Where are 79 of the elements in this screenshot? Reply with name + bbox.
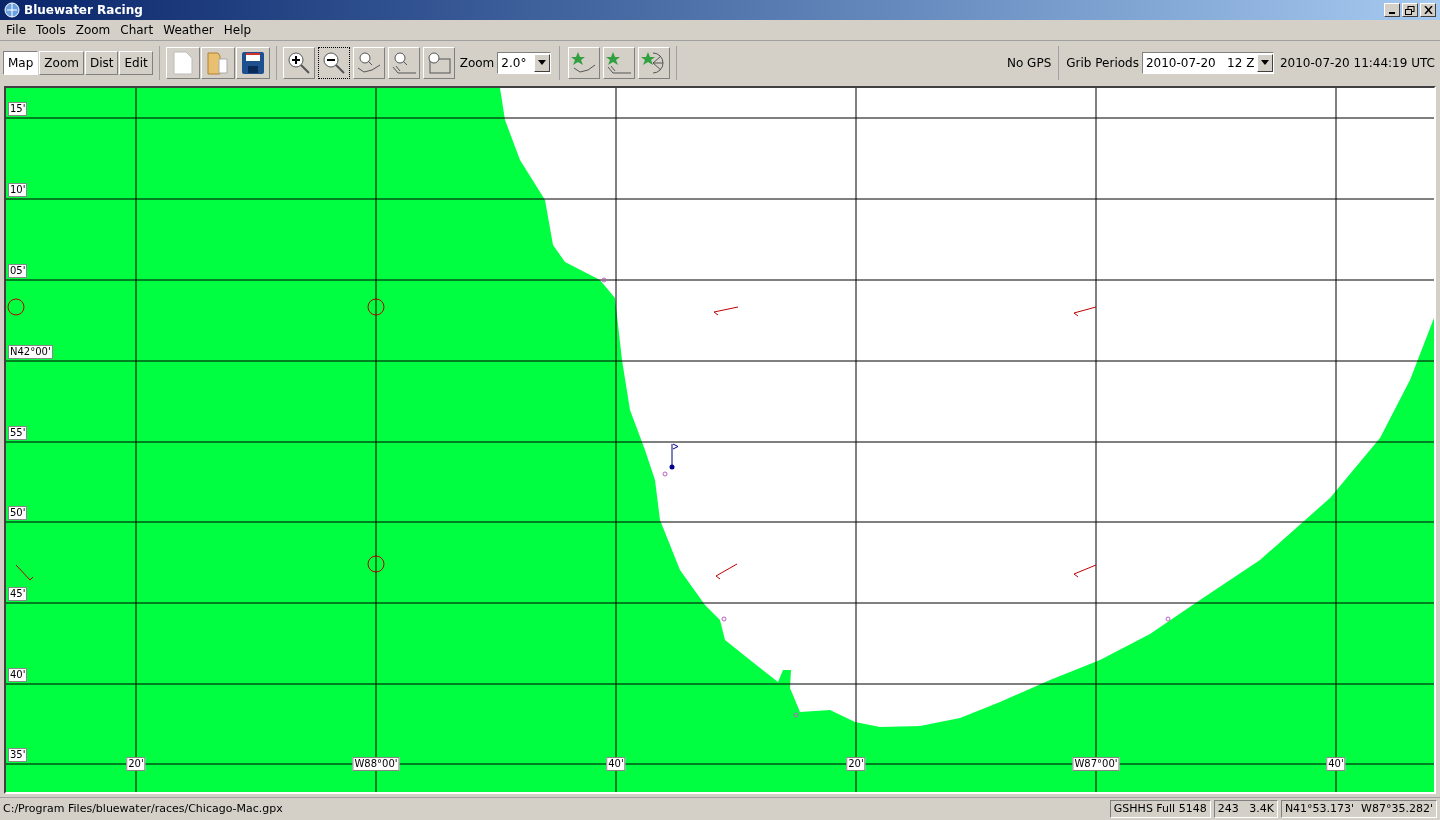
new-file-button[interactable] <box>165 46 200 79</box>
grib-period-dropdown[interactable]: 2010-07-20 12 Z <box>1141 51 1274 74</box>
window-title: Bluewater Racing <box>24 2 143 19</box>
latitude-label: 15' <box>8 102 28 116</box>
magnifier-lines-icon <box>390 50 417 75</box>
star-route-icon <box>571 50 598 75</box>
mark-point <box>1165 616 1171 622</box>
status-field: N41°53.173' W87°35.282' <box>1280 799 1437 819</box>
mode-tab[interactable]: Map <box>3 50 39 75</box>
globe-icon <box>4 2 20 18</box>
latitude-label: 40' <box>8 668 28 682</box>
gps-status: No GPS <box>1006 54 1052 72</box>
waypoint-circle <box>367 298 385 316</box>
menu-item[interactable]: Chart <box>116 21 158 39</box>
open-button[interactable] <box>200 46 235 79</box>
longitude-label: 20' <box>846 757 866 771</box>
star-lines-icon <box>606 50 633 75</box>
latitude-label: 10' <box>8 183 28 197</box>
longitude-label: W87°00' <box>1072 757 1120 771</box>
mark-point <box>601 277 607 283</box>
caret-icon <box>538 60 547 65</box>
zoom-out-button[interactable] <box>317 46 350 79</box>
menu-item[interactable]: Zoom <box>71 21 115 39</box>
mode-tab[interactable]: Dist <box>84 50 119 75</box>
zoom-in-button[interactable] <box>282 46 315 79</box>
minimize-button[interactable] <box>1384 3 1400 17</box>
restore-button[interactable] <box>1402 3 1418 17</box>
grib-periods-label: Grib Periods <box>1066 54 1139 72</box>
zoom-dropdown[interactable]: 2.0° <box>497 51 552 74</box>
folder-icon <box>206 49 229 76</box>
mark-point <box>662 471 668 477</box>
magnifier-route-icon <box>355 50 382 75</box>
boat-flag-icon <box>669 443 679 470</box>
zoom-out-icon <box>321 50 346 75</box>
waypoint-circle <box>7 298 25 316</box>
latitude-label: 05' <box>8 264 28 278</box>
waypoint-circle <box>367 555 385 573</box>
wind-barb <box>713 306 739 316</box>
zoom-box-button[interactable] <box>422 46 455 79</box>
latitude-label: N42°00' <box>8 345 53 359</box>
latitude-label: 55' <box>8 426 28 440</box>
status-field: 243 3.4K <box>1213 799 1278 819</box>
save-button[interactable] <box>235 46 270 79</box>
wind-barb <box>1073 306 1097 317</box>
close-button[interactable] <box>1420 3 1436 17</box>
zoom-in-icon <box>286 50 311 75</box>
menu-item[interactable]: Help <box>219 21 256 39</box>
latitude-label: 35' <box>8 748 28 762</box>
menu-item[interactable]: Weather <box>159 21 218 39</box>
zoom-label: Zoom <box>459 54 495 72</box>
restore-icon <box>1405 5 1415 15</box>
chart-map[interactable]: 15' 10' 05' N42°00' 55' 50' 45' 40' 35' 20' W88°00' 40' 20' W87°00' 40' <box>4 86 1436 794</box>
menu-item[interactable]: File <box>2 21 31 39</box>
magnifier-box-icon <box>425 50 452 75</box>
longitude-label: 40' <box>606 757 626 771</box>
file-path: C:/Program Files/bluewater/races/Chicago-Mac.gpx <box>3 800 283 817</box>
longitude-label: 40' <box>1326 757 1346 771</box>
longitude-label: 20' <box>126 757 146 771</box>
mode-tab[interactable]: Zoom <box>39 50 84 75</box>
latitude-label: 45' <box>8 587 28 601</box>
mode-tab[interactable]: Edit <box>119 50 153 75</box>
menu-item[interactable]: Tools <box>32 21 70 39</box>
close-icon <box>1423 6 1433 14</box>
longitude-label: W88°00' <box>352 757 400 771</box>
wind-barb <box>1073 564 1097 578</box>
polar-star-button[interactable] <box>638 46 671 79</box>
status-field: GSHHS Full 5148 <box>1109 799 1211 819</box>
zoom-route-button[interactable] <box>352 46 385 79</box>
document-icon <box>172 50 193 75</box>
caret-icon <box>1260 60 1269 65</box>
date-time: 2010-07-20 11:44:19 UTC <box>1279 54 1435 72</box>
wind-barb <box>715 563 738 580</box>
route-star-button[interactable] <box>568 46 601 79</box>
track-star-button[interactable] <box>603 46 636 79</box>
mark-point <box>793 712 799 718</box>
latitude-label: 50' <box>8 506 28 520</box>
mark-point <box>721 616 727 622</box>
wind-barb <box>15 564 34 581</box>
zoom-track-button[interactable] <box>387 46 420 79</box>
